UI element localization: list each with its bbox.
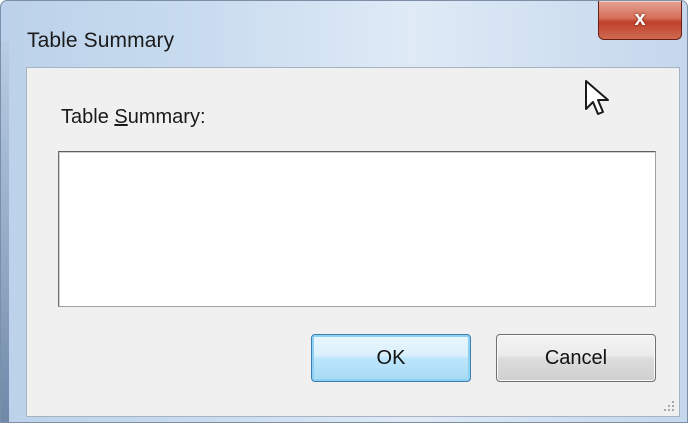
dialog-window: Table Summary x Table Summary: OK Cancel	[0, 0, 688, 423]
table-summary-label-accelerator: S	[114, 106, 128, 128]
cancel-button[interactable]: Cancel	[496, 334, 656, 382]
resize-grip-icon[interactable]	[661, 398, 675, 412]
title-bar[interactable]: Table Summary	[1, 1, 687, 67]
table-summary-label: Table Summary:	[61, 106, 206, 129]
table-summary-input[interactable]	[58, 151, 656, 307]
table-summary-label-prefix: Table	[61, 106, 115, 128]
close-button[interactable]: x	[598, 1, 682, 40]
window-left-border	[1, 41, 9, 422]
cancel-button-label: Cancel	[544, 346, 608, 369]
ok-button[interactable]: OK	[311, 334, 471, 382]
table-summary-label-suffix: ummary:	[127, 106, 206, 128]
ok-button-label: OK	[376, 346, 406, 369]
mouse-pointer-icon	[585, 80, 609, 115]
dialog-client-area: Table Summary: OK Cancel	[26, 67, 680, 417]
window-title: Table Summary	[27, 29, 175, 52]
close-icon: x	[634, 7, 646, 30]
